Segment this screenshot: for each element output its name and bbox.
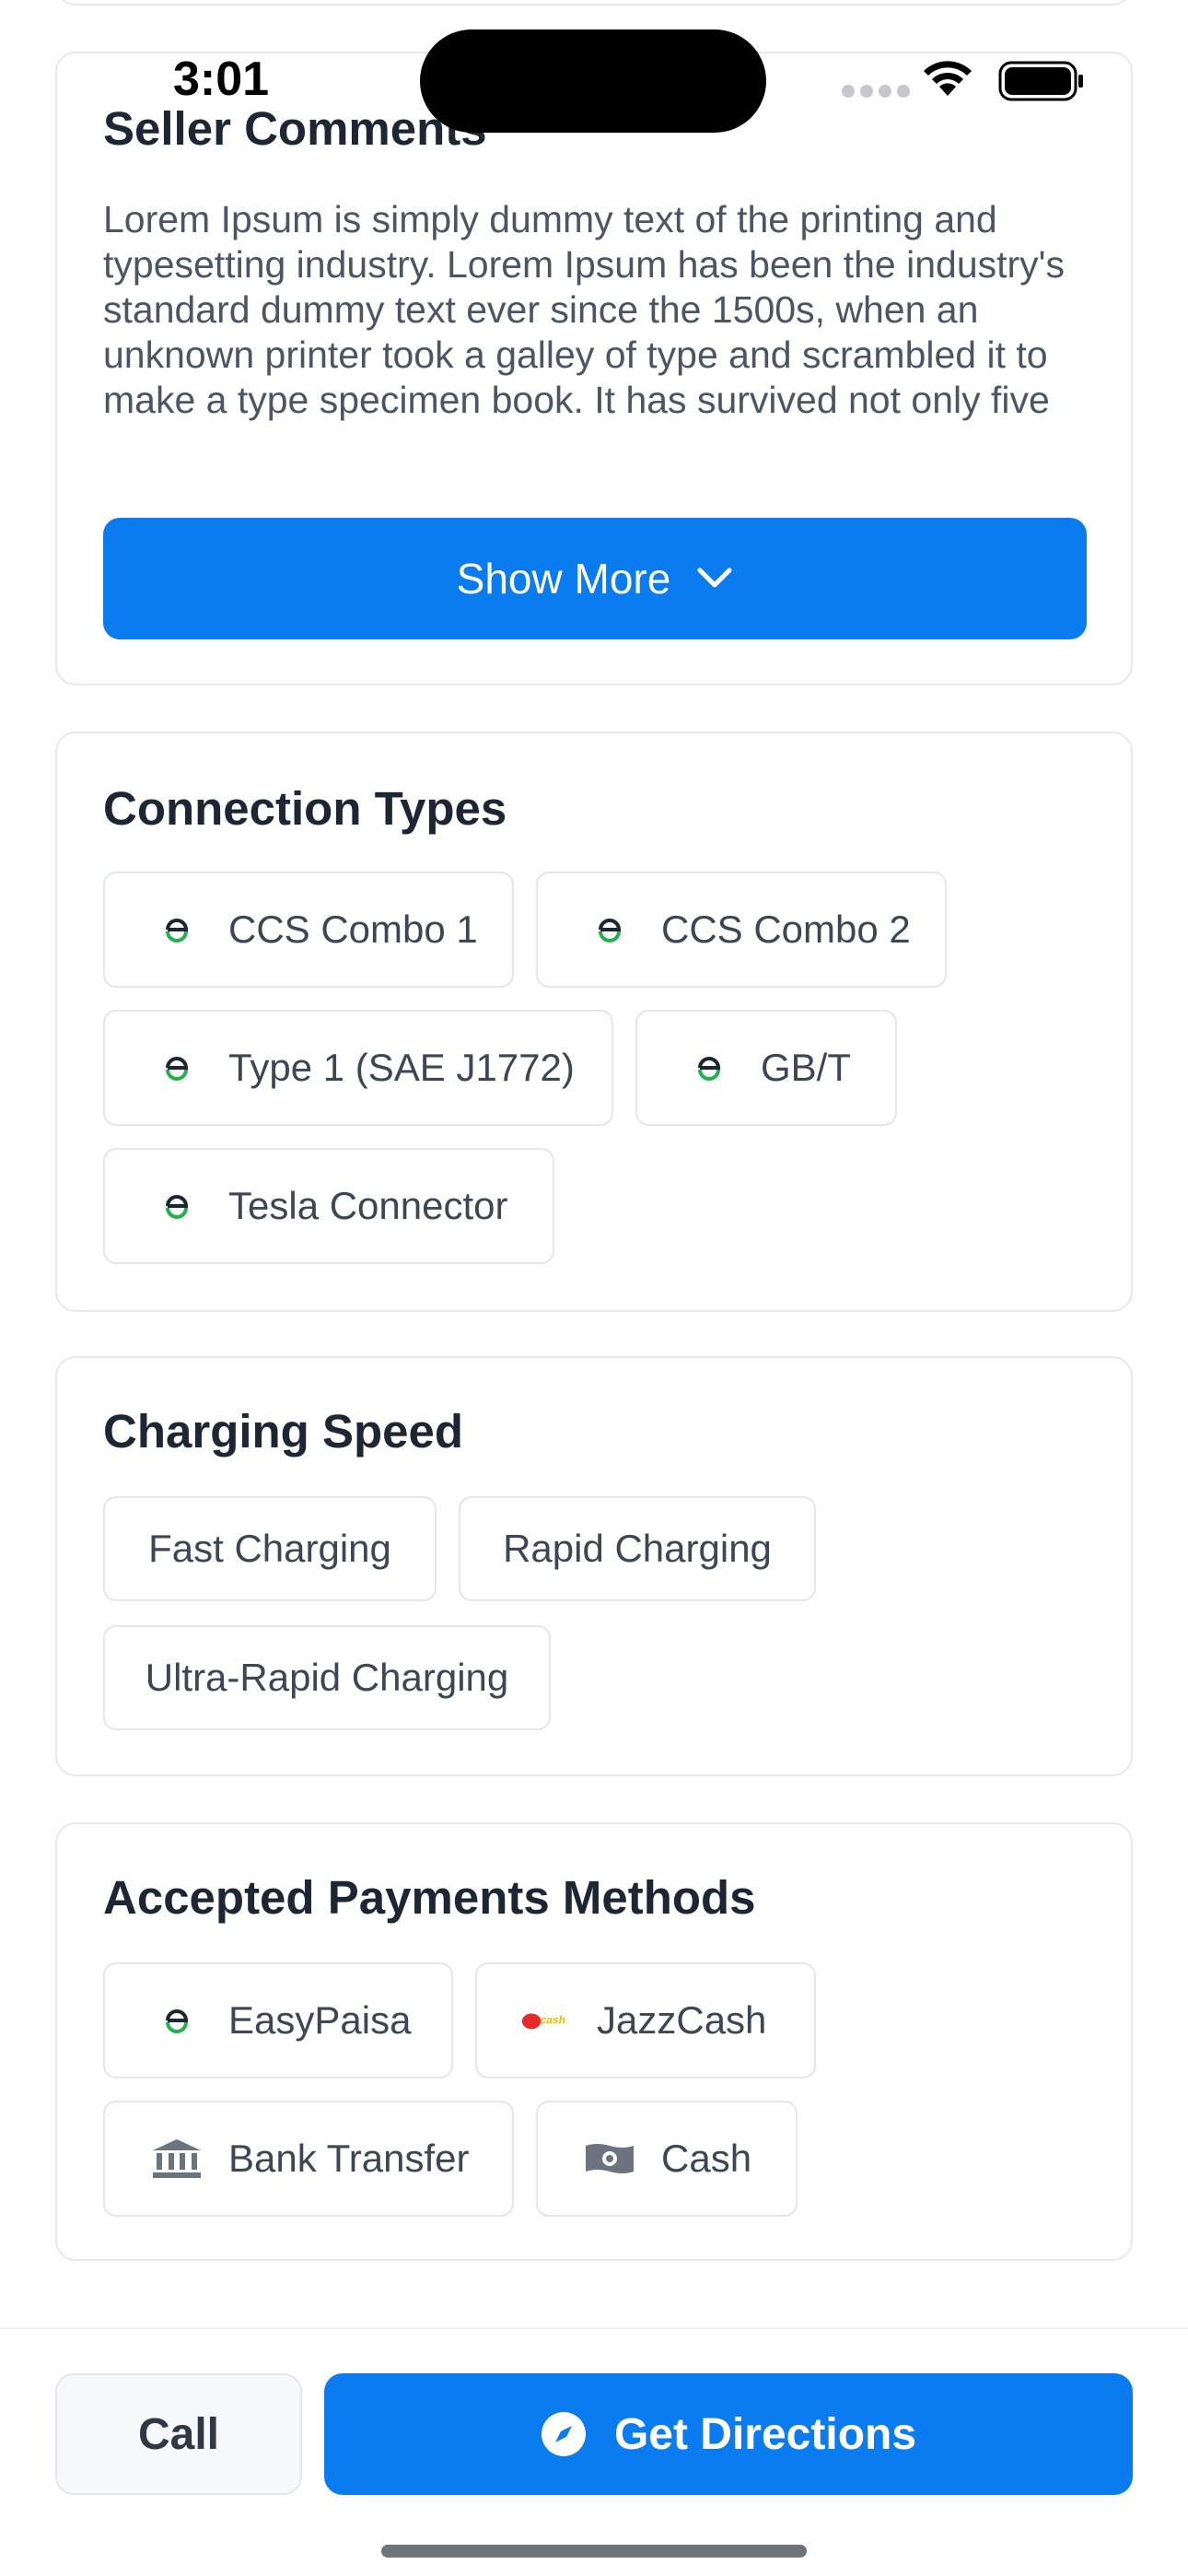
seller-comments-text: Lorem Ipsum is simply dummy text of the … [103, 198, 1065, 421]
connector-label: Tesla Connector [228, 1184, 508, 1227]
svg-text:cash: cash [540, 2014, 565, 2027]
connector-label: CCS Combo 1 [228, 907, 478, 951]
previous-card [55, 0, 1133, 6]
show-more-button[interactable]: Show More [103, 518, 1087, 639]
call-label: Call [137, 2409, 220, 2459]
signal-icon [842, 85, 910, 98]
speed-label: Fast Charging [148, 1527, 391, 1570]
payment-chip[interactable]: Cash [536, 2101, 798, 2217]
connection-types-card: Connection Types CCS Combo 1 CCS Combo 2… [55, 732, 1133, 1312]
dynamic-island [420, 29, 766, 133]
easypaisa-icon [151, 2007, 203, 2034]
connector-chip[interactable]: Type 1 (SAE J1772) [103, 1010, 613, 1126]
battery-icon [998, 61, 1083, 101]
connector-chip[interactable]: Tesla Connector [103, 1148, 554, 1264]
connector-label: GB/T [761, 1046, 852, 1089]
connector-chip[interactable]: CCS Combo 1 [103, 872, 514, 988]
connector-icon [584, 916, 635, 943]
connector-icon [683, 1054, 735, 1082]
payment-chip[interactable]: Bank Transfer [103, 2101, 514, 2217]
bottom-action-bar: Call Get Directions [0, 2327, 1188, 2576]
charging-speed-title: Charging Speed [103, 1405, 464, 1458]
get-directions-button[interactable]: Get Directions [324, 2373, 1133, 2495]
speed-chip[interactable]: Ultra-Rapid Charging [103, 1625, 551, 1730]
station-details-screen: Seller Comments Lorem Ipsum is simply du… [0, 0, 1188, 2576]
speed-label: Ultra-Rapid Charging [145, 1656, 509, 1699]
chevron-down-icon [697, 568, 732, 588]
connector-label: CCS Combo 2 [661, 907, 911, 951]
charging-speed-card: Charging Speed Fast Charging Rapid Charg… [55, 1356, 1133, 1776]
jazzcash-icon: cash [519, 2007, 571, 2034]
connector-icon [151, 1054, 203, 1082]
compass-icon [541, 2412, 586, 2456]
seller-comments-card: Seller Comments Lorem Ipsum is simply du… [55, 52, 1133, 685]
payment-label: EasyPaisa [228, 1998, 412, 2042]
cash-icon [584, 2140, 635, 2177]
payment-chip[interactable]: cash JazzCash [475, 1962, 816, 2078]
call-button[interactable]: Call [55, 2373, 302, 2495]
payment-chip[interactable]: EasyPaisa [103, 1962, 453, 2078]
wifi-icon [924, 61, 972, 96]
speed-label: Rapid Charging [503, 1527, 772, 1570]
speed-chip[interactable]: Fast Charging [103, 1496, 437, 1601]
payment-methods-card: Accepted Payments Methods EasyPaisa cash… [55, 1822, 1133, 2261]
status-time: 3:01 [173, 53, 270, 106]
show-more-label: Show More [456, 555, 671, 603]
connection-types-title: Connection Types [103, 782, 507, 835]
speed-chip[interactable]: Rapid Charging [459, 1496, 816, 1601]
connector-label: Type 1 (SAE J1772) [228, 1046, 575, 1089]
payment-label: JazzCash [597, 1998, 767, 2042]
payment-methods-title: Accepted Payments Methods [103, 1871, 756, 1924]
bank-icon [151, 2137, 203, 2180]
connector-chip[interactable]: CCS Combo 2 [536, 872, 947, 988]
connector-chip[interactable]: GB/T [635, 1010, 897, 1126]
payment-label: Cash [661, 2137, 752, 2180]
connector-icon [151, 916, 203, 943]
get-directions-label: Get Directions [613, 2409, 917, 2459]
connector-icon [151, 1192, 203, 1220]
home-indicator [381, 2545, 807, 2558]
payment-label: Bank Transfer [228, 2137, 470, 2180]
